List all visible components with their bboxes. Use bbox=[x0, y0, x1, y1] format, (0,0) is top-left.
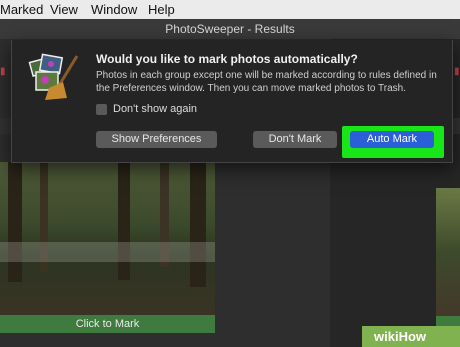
menu-view[interactable]: View bbox=[50, 2, 78, 17]
photo-thumbnail-right[interactable] bbox=[436, 188, 460, 316]
marked-indicator-right: ▮ bbox=[454, 66, 460, 77]
dont-mark-button[interactable]: Don't Mark bbox=[253, 131, 337, 148]
auto-mark-button[interactable]: Auto Mark bbox=[350, 131, 434, 148]
photo-thumbnail[interactable] bbox=[0, 162, 215, 315]
dont-show-again-checkbox[interactable] bbox=[96, 104, 107, 115]
window-title: PhotoSweeper - Results bbox=[0, 19, 460, 39]
photosweeper-broom-photos-icon bbox=[27, 52, 79, 102]
dont-show-again-label: Don't show again bbox=[113, 103, 198, 115]
menu-marked[interactable]: Marked bbox=[0, 2, 43, 17]
dialog-title: Would you like to mark photos automatica… bbox=[96, 52, 358, 66]
menu-help[interactable]: Help bbox=[148, 2, 175, 17]
menu-bar: Marked View Window Help bbox=[0, 0, 460, 19]
wikihow-watermark: wikiHow bbox=[362, 326, 460, 347]
dialog-message: Photos in each group except one will be … bbox=[96, 70, 437, 94]
click-to-mark-bar[interactable]: Click to Mark bbox=[0, 315, 215, 333]
marked-indicator-left: ▮ bbox=[0, 66, 6, 77]
show-preferences-button[interactable]: Show Preferences bbox=[96, 131, 217, 148]
menu-window[interactable]: Window bbox=[91, 2, 137, 17]
